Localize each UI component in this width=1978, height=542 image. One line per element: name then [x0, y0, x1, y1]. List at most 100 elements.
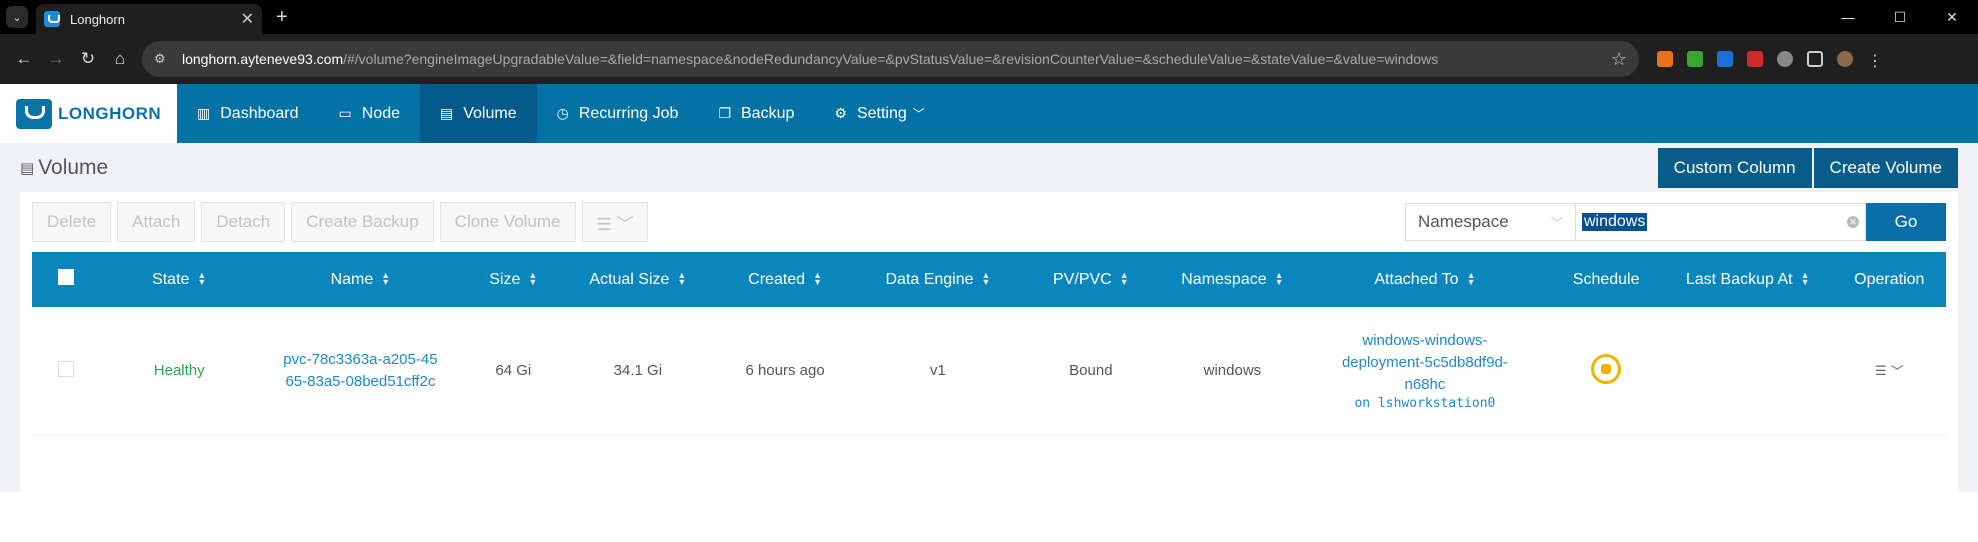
state-value: Healthy — [153, 362, 205, 380]
home-icon[interactable]: ⌂ — [104, 49, 136, 69]
select-all-checkbox[interactable] — [57, 269, 74, 285]
sort-icon: ▲ ▼ — [1274, 270, 1284, 288]
sort-icon: ▲ ▼ — [197, 270, 207, 288]
col-size[interactable]: Size ▲ ▼ — [462, 252, 564, 307]
go-button[interactable]: Go — [1866, 203, 1946, 241]
browser-menu-icon[interactable]: ⋮ — [1867, 51, 1883, 70]
close-window-icon[interactable]: ✕ — [1926, 0, 1978, 34]
close-tab-icon[interactable]: ✕ — [241, 9, 254, 29]
col-operation: Operation — [1854, 270, 1925, 288]
extension-download-icon[interactable] — [1687, 51, 1703, 67]
clear-icon[interactable]: ✕ — [1847, 216, 1859, 228]
nav-backup[interactable]: ❐ Backup — [698, 84, 814, 143]
operation-menu-button[interactable]: ☰ ﹀ — [1875, 361, 1904, 380]
site-settings-icon[interactable]: ⚙ — [154, 51, 172, 67]
more-actions-button[interactable]: ☰ ﹀ — [581, 202, 649, 242]
tab-search-icon[interactable]: ⌄ — [6, 6, 28, 28]
extension-password-icon[interactable] — [1717, 51, 1733, 67]
database-icon: ▤ — [20, 159, 35, 177]
longhorn-logo[interactable]: LONGHORN — [0, 84, 177, 143]
search-field-value: Namespace — [1418, 212, 1509, 231]
extension-moon-icon[interactable] — [1777, 51, 1793, 67]
chevron-down-icon: ﹀ — [912, 107, 925, 121]
back-icon[interactable]: ← — [8, 49, 40, 69]
search-value: windows — [1582, 213, 1648, 231]
list-icon: ☰ — [1874, 362, 1887, 378]
nav-node[interactable]: ▭ Node — [319, 84, 420, 143]
col-actual-size[interactable]: Actual Size ▲ ▼ — [564, 252, 711, 307]
forward-icon[interactable]: → — [40, 49, 72, 69]
volume-name-line2: 65-83a5-08bed51cff2c — [285, 372, 436, 390]
volume-name-line1: pvc-78c3363a-a205-45 — [283, 350, 438, 368]
col-created[interactable]: Created ▲ ▼ — [711, 252, 858, 307]
sort-icon: ▲ ▼ — [381, 270, 391, 288]
database-icon: ▤ — [440, 105, 454, 121]
operation-cell: ☰ ﹀ — [1833, 307, 1946, 435]
attached-to-link[interactable]: windows-windows- deployment-5c5db8df9d- … — [1300, 307, 1549, 435]
new-tab-icon[interactable]: + — [276, 6, 288, 29]
extension-icon[interactable] — [1657, 51, 1673, 67]
row-checkbox[interactable] — [57, 360, 74, 377]
address-bar: ← → ↻ ⌂ ⚙ longhorn.ayteneve93.com /#/vol… — [0, 34, 1978, 84]
volume-name-link[interactable]: pvc-78c3363a-a205-45 65-83a5-08bed51cff2… — [258, 307, 462, 435]
attach-button[interactable]: Attach — [117, 202, 196, 242]
page-content: ▤ Volume Custom Column Create Volume Del… — [0, 143, 1978, 492]
nav-volume[interactable]: ▤ Volume — [420, 84, 537, 143]
delete-button[interactable]: Delete — [32, 202, 112, 242]
laptop-icon: ▭ — [338, 105, 352, 121]
extension-tv-icon[interactable] — [1747, 51, 1763, 67]
profile-avatar[interactable] — [1837, 51, 1853, 67]
sort-icon: ▲ ▼ — [981, 270, 991, 288]
clock-icon: ◷ — [556, 105, 569, 121]
reload-icon[interactable]: ↻ — [72, 49, 104, 69]
list-icon: ☰ ﹀ — [596, 214, 634, 234]
page-title: ▤ Volume — [20, 156, 108, 180]
nav-recurring-job[interactable]: ◷ Recurring Job — [537, 84, 699, 143]
app-header: LONGHORN ▥ Dashboard ▭ Node ▤ Volume ◷ R… — [0, 84, 1978, 143]
col-data-engine[interactable]: Data Engine ▲ ▼ — [859, 252, 1018, 307]
col-attached-to[interactable]: Attached To ▲ ▼ — [1300, 252, 1549, 307]
table-header-row: State ▲ ▼ Name ▲ ▼ Size ▲ ▼ Actual Size ▲ ▼ Crea… — [32, 252, 1946, 307]
nav-dashboard[interactable]: ▥ Dashboard — [177, 84, 319, 143]
sort-icon: ▲ ▼ — [677, 270, 687, 288]
table-row: Healthy pvc-78c3363a-a205-45 65-83a5-08b… — [32, 307, 1946, 435]
bookmark-star-icon[interactable]: ☆ — [1611, 49, 1627, 70]
data-engine-value: v1 — [930, 362, 946, 380]
row-select-cell — [32, 307, 100, 435]
copy-icon: ❐ — [718, 105, 731, 121]
header-actions: Custom Column Create Volume — [1657, 147, 1958, 188]
bar-chart-icon: ▥ — [197, 105, 211, 121]
chevron-down-icon: ﹀ — [1550, 215, 1563, 230]
nav-setting[interactable]: ⚙ Setting ﹀ — [814, 84, 944, 143]
create-volume-button[interactable]: Create Volume — [1813, 147, 1958, 188]
create-backup-button[interactable]: Create Backup — [291, 202, 434, 242]
gear-icon: ⚙ — [834, 105, 847, 121]
url-input[interactable]: ⚙ longhorn.ayteneve93.com /#/volume?engi… — [142, 41, 1639, 77]
col-namespace[interactable]: Namespace ▲ ▼ — [1164, 252, 1300, 307]
volume-toolbar: Delete Attach Detach Create Backup Clone… — [32, 202, 1946, 242]
window-controls: — ☐ ✕ — [1822, 0, 1978, 34]
namespace-value: windows — [1203, 362, 1262, 380]
recurring-schedule-icon[interactable] — [1591, 353, 1622, 384]
main-nav: ▥ Dashboard ▭ Node ▤ Volume ◷ Recurring … — [177, 84, 945, 143]
nav-label: Node — [361, 104, 400, 122]
col-state[interactable]: State ▲ ▼ — [100, 252, 259, 307]
nav-label: Volume — [463, 104, 517, 122]
col-name[interactable]: Name ▲ ▼ — [258, 252, 462, 307]
tab-title: Longhorn — [70, 11, 125, 27]
extensions-puzzle-icon[interactable] — [1807, 51, 1823, 67]
size-value: 64 Gi — [495, 362, 532, 380]
search-field-select[interactable]: Namespace ﹀ — [1405, 203, 1576, 241]
attached-line1: windows-windows- — [1362, 332, 1488, 350]
col-last-backup[interactable]: Last Backup At ▲ ▼ — [1663, 252, 1833, 307]
maximize-icon[interactable]: ☐ — [1874, 0, 1926, 34]
sort-icon: ▲ ▼ — [1800, 270, 1810, 288]
custom-column-button[interactable]: Custom Column — [1657, 147, 1812, 188]
col-pv-pvc[interactable]: PV/PVC ▲ ▼ — [1017, 252, 1164, 307]
minimize-icon[interactable]: — — [1822, 0, 1874, 34]
logo-text: LONGHORN — [58, 103, 162, 123]
detach-button[interactable]: Detach — [201, 202, 286, 242]
clone-volume-button[interactable]: Clone Volume — [439, 202, 576, 242]
search-input[interactable]: windows ✕ — [1576, 203, 1866, 241]
browser-tab[interactable]: Longhorn ✕ — [36, 4, 262, 34]
